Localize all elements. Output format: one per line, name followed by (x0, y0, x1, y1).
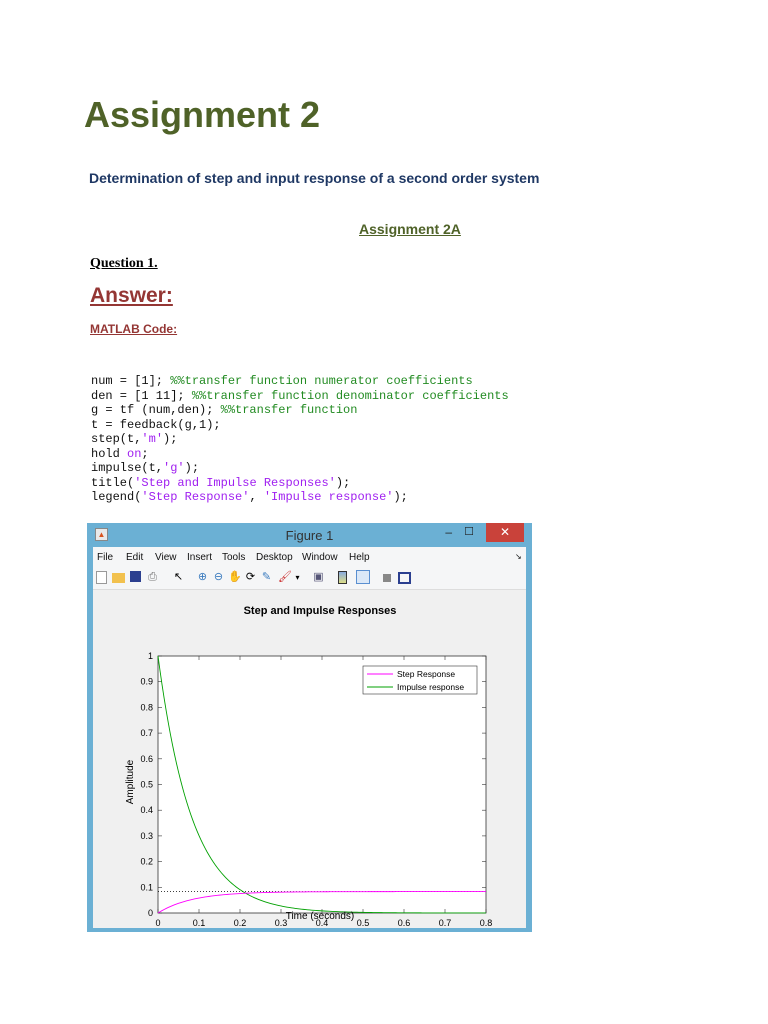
code-comment: %%transfer function numerator coefficien… (170, 374, 473, 388)
y-tick-label: 0.2 (140, 857, 153, 867)
code-str: 'Step and Impulse Responses' (134, 475, 336, 490)
answer-heading: Answer: (90, 284, 173, 307)
code-mid: , (249, 490, 264, 504)
code-line: title('Step and Impulse Responses'); (91, 476, 509, 491)
legend-step-label: Step Response (397, 669, 455, 679)
x-tick-label: 0.6 (398, 918, 411, 928)
y-axis-label: Amplitude (125, 759, 136, 804)
print-icon[interactable]: ⎙ (146, 571, 159, 584)
menu-bar: File Edit View Insert Tools Desktop Wind… (93, 547, 526, 567)
code-line: g = tf (num,den); %%transfer function (91, 403, 509, 418)
code-code: hold (91, 446, 128, 461)
code-str: 'g' (163, 461, 185, 475)
code-tail: ); (335, 475, 351, 490)
code-label: MATLAB Code: (90, 322, 178, 336)
code-line: hold on; (91, 447, 509, 462)
code-line: num = [1]; %%transfer function numerator… (91, 374, 509, 389)
close-button[interactable]: ✕ (486, 523, 524, 542)
code-tail: ; (141, 446, 149, 461)
figure-window: ▲ Figure 1 – ☐ ✕ File Edit View Insert T… (87, 523, 532, 932)
code-code: step(t, (91, 432, 142, 446)
code-code: impulse(t, (91, 461, 164, 475)
x-tick-label: 0 (155, 918, 160, 928)
section-heading: Assignment 2A (359, 221, 461, 237)
plot-area (157, 655, 487, 914)
x-tick-label: 0.7 (439, 918, 452, 928)
code-comment: %%transfer function (220, 403, 358, 417)
code-str: 'Step Response' (141, 490, 250, 504)
code-code: g = tf (num,den); (91, 403, 221, 417)
code-line: step(t,'m'); (91, 432, 509, 447)
menu-insert[interactable]: Insert (187, 552, 212, 563)
y-tick-label: 0.9 (140, 677, 153, 687)
document-subtitle: Determination of step and input response… (89, 170, 540, 186)
minimize-button[interactable]: – (445, 525, 452, 539)
maximize-button[interactable]: ☐ (464, 525, 474, 538)
code-code: title( (91, 475, 135, 490)
new-figure-icon[interactable] (96, 571, 107, 584)
menu-help[interactable]: Help (349, 552, 370, 563)
code-tail: ); (163, 432, 178, 446)
pointer-icon[interactable]: ↖ (172, 571, 185, 584)
code-str2: 'Impulse response' (263, 490, 394, 504)
brush-dropdown-icon[interactable]: ▾ (291, 571, 304, 584)
code-code: den = [1 11]; (91, 388, 192, 403)
menu-desktop[interactable]: Desktop (256, 552, 293, 563)
toolbar: ⎙ ↖ ⊕ ⊖ ✋ ⟳ ✎ 🖌 ▾ ▣ (93, 567, 526, 590)
colorbar-icon[interactable] (338, 571, 347, 584)
menu-file[interactable]: File (97, 552, 113, 563)
x-tick-label: 0.8 (480, 918, 493, 928)
y-tick-label: 0.5 (140, 780, 153, 790)
code-code: num = [1]; (91, 374, 171, 388)
question-label: Question 1. (90, 256, 158, 271)
brush-icon[interactable]: 🖌 (278, 571, 292, 584)
x-tick-label: 0.5 (357, 918, 370, 928)
y-tick-label: 0.1 (140, 882, 153, 892)
zoom-in-icon[interactable]: ⊕ (196, 571, 209, 584)
y-tick-label: 0.7 (140, 728, 153, 738)
open-file-icon[interactable] (112, 573, 125, 583)
show-plot-tools-icon[interactable] (398, 572, 411, 584)
code-line: legend('Step Response', 'Impulse respons… (91, 490, 509, 505)
code-str: on (127, 446, 142, 461)
menu-window[interactable]: Window (302, 552, 338, 563)
x-tick-label: 0.1 (193, 918, 206, 928)
y-tick-label: 0.6 (140, 754, 153, 764)
code-tail: ); (184, 461, 200, 475)
legend-icon[interactable] (356, 570, 370, 584)
data-cursor-icon[interactable]: ✎ (260, 571, 273, 584)
legend-impulse-label: Impulse response (397, 682, 464, 692)
code-tail: ); (393, 490, 408, 504)
code-line: t = feedback(g,1); (91, 418, 509, 433)
chart-title: Step and Impulse Responses (244, 605, 397, 617)
figure-content: File Edit View Insert Tools Desktop Wind… (93, 547, 526, 928)
link-plot-icon[interactable]: ▣ (312, 571, 325, 584)
x-axis-label: Time (seconds) (286, 911, 355, 922)
dock-arrow-icon[interactable]: ↘ (515, 552, 522, 561)
y-tick-label: 1 (148, 651, 153, 661)
code-code: t = feedback(g,1); (91, 417, 221, 432)
y-tick-label: 0.3 (140, 831, 153, 841)
step-impulse-chart: Step and Impulse Responses 0 0.1 0.2 0.3 0.4… (125, 605, 493, 928)
y-tick-label: 0.4 (140, 805, 153, 815)
pan-icon[interactable]: ✋ (228, 571, 242, 584)
rotate-icon[interactable]: ⟳ (244, 571, 257, 584)
code-code: legend( (91, 490, 142, 504)
window-titlebar[interactable]: ▲ Figure 1 – ☐ ✕ (87, 523, 532, 547)
save-icon[interactable] (130, 571, 141, 582)
menu-tools[interactable]: Tools (222, 552, 245, 563)
menu-edit[interactable]: Edit (126, 552, 143, 563)
menu-view[interactable]: View (155, 552, 177, 563)
matlab-code-block: num = [1]; %%transfer function numerator… (91, 374, 509, 505)
code-str: 'm' (141, 432, 164, 446)
document-title: Assignment 2 (84, 94, 321, 135)
y-tick-label: 0.8 (140, 702, 153, 712)
code-line: impulse(t,'g'); (91, 461, 509, 476)
x-tick-label: 0.2 (234, 918, 247, 928)
zoom-out-icon[interactable]: ⊖ (212, 571, 225, 584)
hide-plot-tools-icon[interactable] (383, 574, 391, 582)
y-tick-label: 0 (148, 908, 153, 918)
code-comment: %%transfer function denominator coeffici… (191, 388, 509, 403)
code-line: den = [1 11]; %%transfer function denomi… (91, 389, 509, 404)
